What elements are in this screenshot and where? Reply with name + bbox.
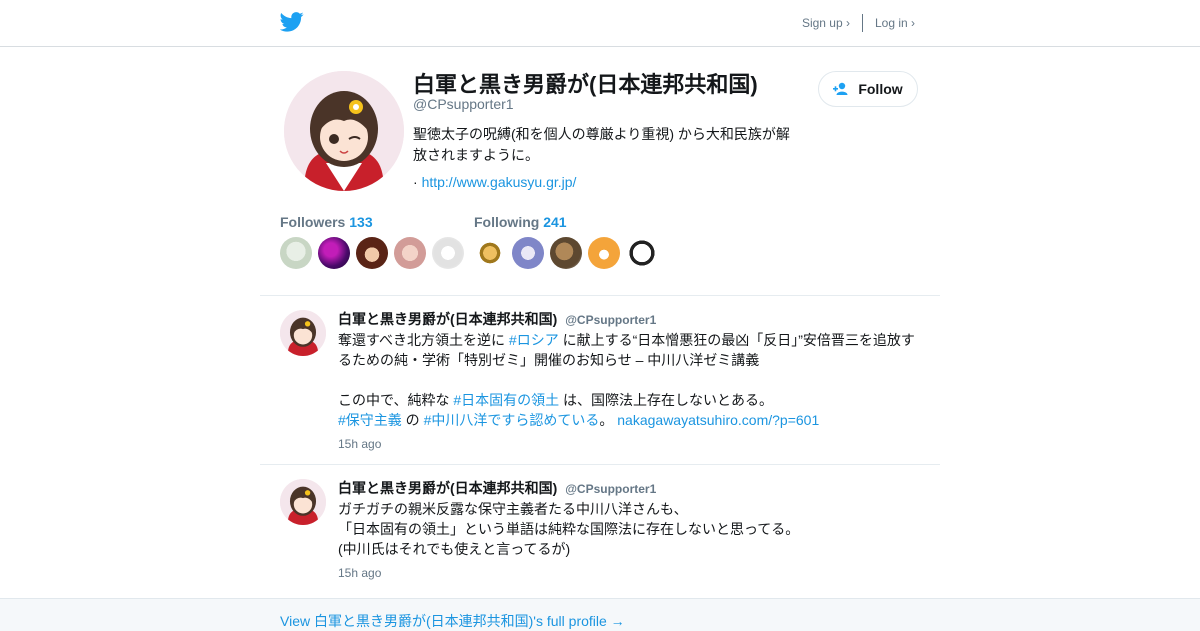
profile-bio: 聖徳太子の呪縛(和を個人の尊厳より重視) から大和民族が解放されますように。 xyxy=(413,126,790,163)
followers-count: 133 xyxy=(349,214,373,230)
follow-button-label: Follow xyxy=(858,81,903,97)
hashtag-link[interactable]: #中川八洋ですら認めている xyxy=(424,412,600,428)
nav-divider xyxy=(861,14,863,32)
following-avatar[interactable] xyxy=(550,237,582,269)
tweet[interactable]: 白軍と黒き男爵が(日本連邦共和国) @CPsupporter1 奪還すべき北方領… xyxy=(260,296,940,464)
tweet-header: 白軍と黒き男爵が(日本連邦共和国) @CPsupporter1 xyxy=(338,478,656,498)
tweet-url-link[interactable]: nakagawayatsuhiro.com/?p=601 xyxy=(617,412,819,428)
login-link[interactable]: Log in › xyxy=(875,16,915,30)
tweet[interactable]: 白軍と黒き男爵が(日本連邦共和国) @CPsupporter1 ガチガチの親米反… xyxy=(260,465,940,598)
tweet-timestamp[interactable]: 15h ago xyxy=(338,437,381,451)
following-label: Following xyxy=(474,214,540,230)
following-avatars xyxy=(474,237,664,269)
following-stat[interactable]: Following 241 xyxy=(474,214,567,230)
tweet-author-name[interactable]: 白軍と黒き男爵が(日本連邦共和国) xyxy=(338,480,557,496)
tweet-timestamp[interactable]: 15h ago xyxy=(338,566,381,580)
tweet-text-segment: は、国際法上存在しないとある。 xyxy=(559,392,774,408)
hashtag-link[interactable]: #ロシア xyxy=(509,332,559,348)
profile-handle: @CPsupporter1 xyxy=(413,96,514,112)
follower-avatar[interactable] xyxy=(394,237,426,269)
add-user-icon xyxy=(833,82,848,95)
following-avatar[interactable] xyxy=(588,237,620,269)
follower-avatar[interactable] xyxy=(432,237,464,269)
profile-url-link[interactable]: http://www.gakusyu.gr.jp/ xyxy=(422,174,577,190)
twitter-bird-icon[interactable] xyxy=(280,11,304,33)
tweet-avatar[interactable] xyxy=(280,479,326,525)
tweet-text: ガチガチの親米反露な保守主義者たる中川八洋さんも、 「日本固有の領土」という単語… xyxy=(338,501,800,557)
full-profile-link[interactable]: View 白軍と黒き男爵が(日本連邦共和国)'s full profile → xyxy=(280,611,625,631)
top-bar: Sign up › Log in › xyxy=(0,0,1200,47)
follow-button[interactable]: Follow xyxy=(818,71,918,107)
follower-avatar[interactable] xyxy=(318,237,350,269)
following-count: 241 xyxy=(543,214,567,230)
tweet-author-name[interactable]: 白軍と黒き男爵が(日本連邦共和国) xyxy=(338,311,557,327)
url-prefix: · xyxy=(413,174,418,190)
tweet-author-handle[interactable]: @CPsupporter1 xyxy=(565,482,656,496)
tweet-header: 白軍と黒き男爵が(日本連邦共和国) @CPsupporter1 xyxy=(338,309,656,329)
tweet-avatar[interactable] xyxy=(280,310,326,356)
profile-name: 白軍と黒き男爵が(日本連邦共和国) xyxy=(413,72,758,97)
tweet-author-handle[interactable]: @CPsupporter1 xyxy=(565,313,656,327)
tweet-text-segment: 。 xyxy=(599,412,618,428)
tweet-text-segment: この中で、純粋な xyxy=(338,392,454,408)
footer-bar: View 白軍と黒き男爵が(日本連邦共和国)'s full profile → xyxy=(0,598,1200,631)
tweet-text: 奪還すべき北方領土を逆に #ロシア に献上する“日本憎悪狂の最凶「反日」”安倍晋… xyxy=(338,330,928,430)
tweet-text-segment: 奪還すべき北方領土を逆に xyxy=(338,332,509,348)
follower-avatar[interactable] xyxy=(280,237,312,269)
following-avatar[interactable] xyxy=(474,237,506,269)
following-avatar[interactable] xyxy=(626,237,658,269)
following-avatar[interactable] xyxy=(512,237,544,269)
followers-label: Followers xyxy=(280,214,346,230)
hashtag-link[interactable]: #日本固有の領土 xyxy=(453,392,559,408)
hashtag-link[interactable]: #保守主義 xyxy=(338,412,402,428)
followers-avatars xyxy=(280,237,470,269)
profile-avatar[interactable] xyxy=(284,71,404,191)
signup-link[interactable]: Sign up › xyxy=(802,16,850,30)
follower-avatar[interactable] xyxy=(356,237,388,269)
tweet-text-segment: の xyxy=(401,412,424,428)
top-nav: Sign up › Log in › xyxy=(802,14,915,32)
profile-url-row: · http://www.gakusyu.gr.jp/ xyxy=(413,174,576,190)
followers-stat[interactable]: Followers 133 xyxy=(280,214,373,230)
